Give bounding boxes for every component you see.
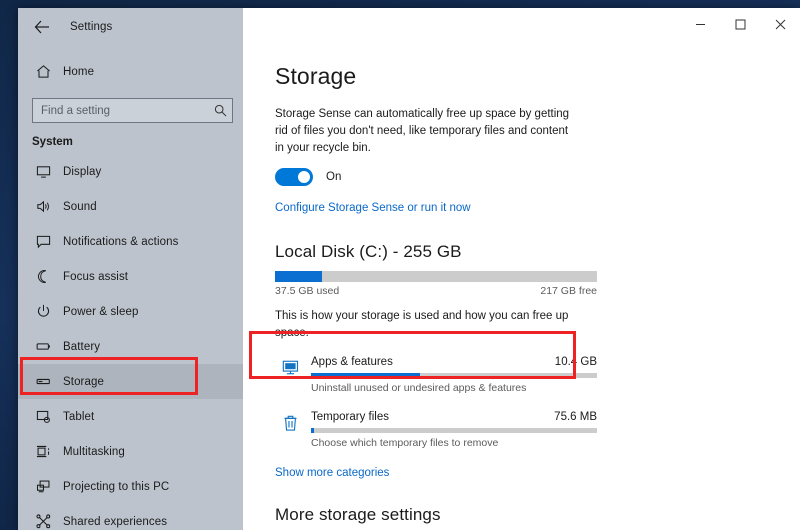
window-controls	[680, 8, 800, 41]
toggle-knob	[298, 171, 310, 183]
sidebar-item-label: Display	[63, 165, 102, 178]
sidebar-group-label: System	[32, 136, 73, 148]
storage-category-temporary-files[interactable]: Temporary files 75.6 MB Choose which tem…	[275, 411, 597, 449]
window-title: Settings	[70, 20, 113, 33]
search-icon[interactable]	[208, 104, 232, 117]
settings-window: Settings Home Find a setting System Disp…	[18, 8, 800, 530]
power-icon	[28, 304, 58, 319]
disk-capacity-legend: 37.5 GB used 217 GB free	[275, 285, 597, 297]
page-title: Storage	[275, 63, 357, 89]
search-input[interactable]	[33, 103, 208, 118]
sidebar-item-tablet[interactable]: Tablet	[18, 399, 243, 434]
multitasking-icon	[28, 444, 58, 459]
sidebar-item-multitasking[interactable]: Multitasking	[18, 434, 243, 469]
sidebar-item-label: Tablet	[63, 410, 95, 423]
maximize-button[interactable]	[720, 8, 760, 41]
sidebar-item-label: Power & sleep	[63, 305, 139, 318]
close-button[interactable]	[760, 8, 800, 41]
moon-icon	[28, 269, 58, 284]
sidebar-item-power-sleep[interactable]: Power & sleep	[18, 294, 243, 329]
disk-used-label: 37.5 GB used	[275, 285, 340, 297]
title-bar-left-region: Settings	[18, 8, 243, 45]
storage-usage-hint: This is how your storage is used and how…	[275, 310, 569, 339]
minimize-button[interactable]	[680, 8, 720, 41]
sidebar-item-label: Storage	[63, 375, 104, 388]
sidebar-item-notifications[interactable]: Notifications & actions	[18, 224, 243, 259]
sidebar-item-label: Battery	[63, 340, 101, 353]
title-bar: Settings	[18, 8, 800, 45]
sidebar-item-storage[interactable]: Storage	[18, 364, 243, 399]
projecting-icon	[28, 479, 58, 494]
back-arrow-icon[interactable]	[26, 12, 58, 42]
show-more-categories-link[interactable]: Show more categories	[275, 467, 389, 479]
tablet-icon	[28, 409, 58, 424]
sidebar-item-display[interactable]: Display	[18, 154, 243, 189]
sidebar-item-projecting[interactable]: Projecting to this PC	[18, 469, 243, 504]
speaker-icon	[28, 199, 58, 214]
sidebar-item-shared-experiences[interactable]: Shared experiences	[18, 504, 243, 530]
storage-sense-toggle-row: On	[275, 168, 800, 186]
disk-free-label: 217 GB free	[540, 285, 597, 297]
disk-capacity-fill	[275, 271, 323, 282]
sidebar-item-label: Home	[63, 65, 95, 78]
toggle-state-label: On	[326, 171, 342, 183]
category-name: Apps & features	[311, 356, 393, 368]
sidebar-item-label: Notifications & actions	[63, 235, 179, 248]
settings-sidebar: Home System Display	[18, 45, 243, 530]
battery-icon	[28, 339, 58, 354]
disk-capacity-bar	[275, 271, 597, 282]
search-box[interactable]	[32, 98, 233, 123]
category-size: 10.4 GB	[554, 356, 597, 368]
configure-storage-sense-link[interactable]: Configure Storage Sense or run it now	[275, 202, 471, 214]
more-storage-settings-title: More storage settings	[275, 505, 441, 524]
storage-sense-toggle[interactable]	[275, 168, 313, 186]
sidebar-item-sound[interactable]: Sound	[18, 189, 243, 224]
category-name: Temporary files	[311, 411, 389, 423]
share-icon	[28, 514, 58, 529]
notification-icon	[28, 234, 58, 249]
category-size: 75.6 MB	[554, 411, 597, 423]
category-usage-fill	[311, 373, 420, 378]
drive-icon	[28, 374, 58, 389]
category-usage-bar	[311, 428, 597, 433]
local-disk-title: Local Disk (C:) - 255 GB	[275, 242, 462, 261]
category-subtitle: Choose which temporary files to remove	[311, 437, 499, 449]
sidebar-item-label: Sound	[63, 200, 97, 213]
sidebar-item-home[interactable]: Home	[18, 54, 243, 89]
sidebar-item-label: Multitasking	[63, 445, 125, 458]
storage-category-apps-features[interactable]: Apps & features 10.4 GB Uninstall unused…	[275, 356, 597, 394]
monitor-icon	[28, 164, 58, 179]
category-usage-bar	[311, 373, 597, 378]
settings-content-pane: Storage Storage Sense can automatically …	[243, 45, 800, 530]
sidebar-item-focus-assist[interactable]: Focus assist	[18, 259, 243, 294]
home-icon	[28, 64, 58, 79]
sidebar-item-label: Shared experiences	[63, 515, 168, 528]
storage-sense-description: Storage Sense can automatically free up …	[275, 108, 570, 154]
category-subtitle: Uninstall unused or undesired apps & fea…	[311, 382, 527, 394]
category-usage-fill	[311, 428, 315, 433]
apps-monitor-icon	[275, 356, 305, 394]
trash-icon	[275, 411, 305, 449]
sidebar-item-battery[interactable]: Battery	[18, 329, 243, 364]
sidebar-item-label: Projecting to this PC	[63, 480, 170, 493]
sidebar-item-label: Focus assist	[63, 270, 129, 283]
